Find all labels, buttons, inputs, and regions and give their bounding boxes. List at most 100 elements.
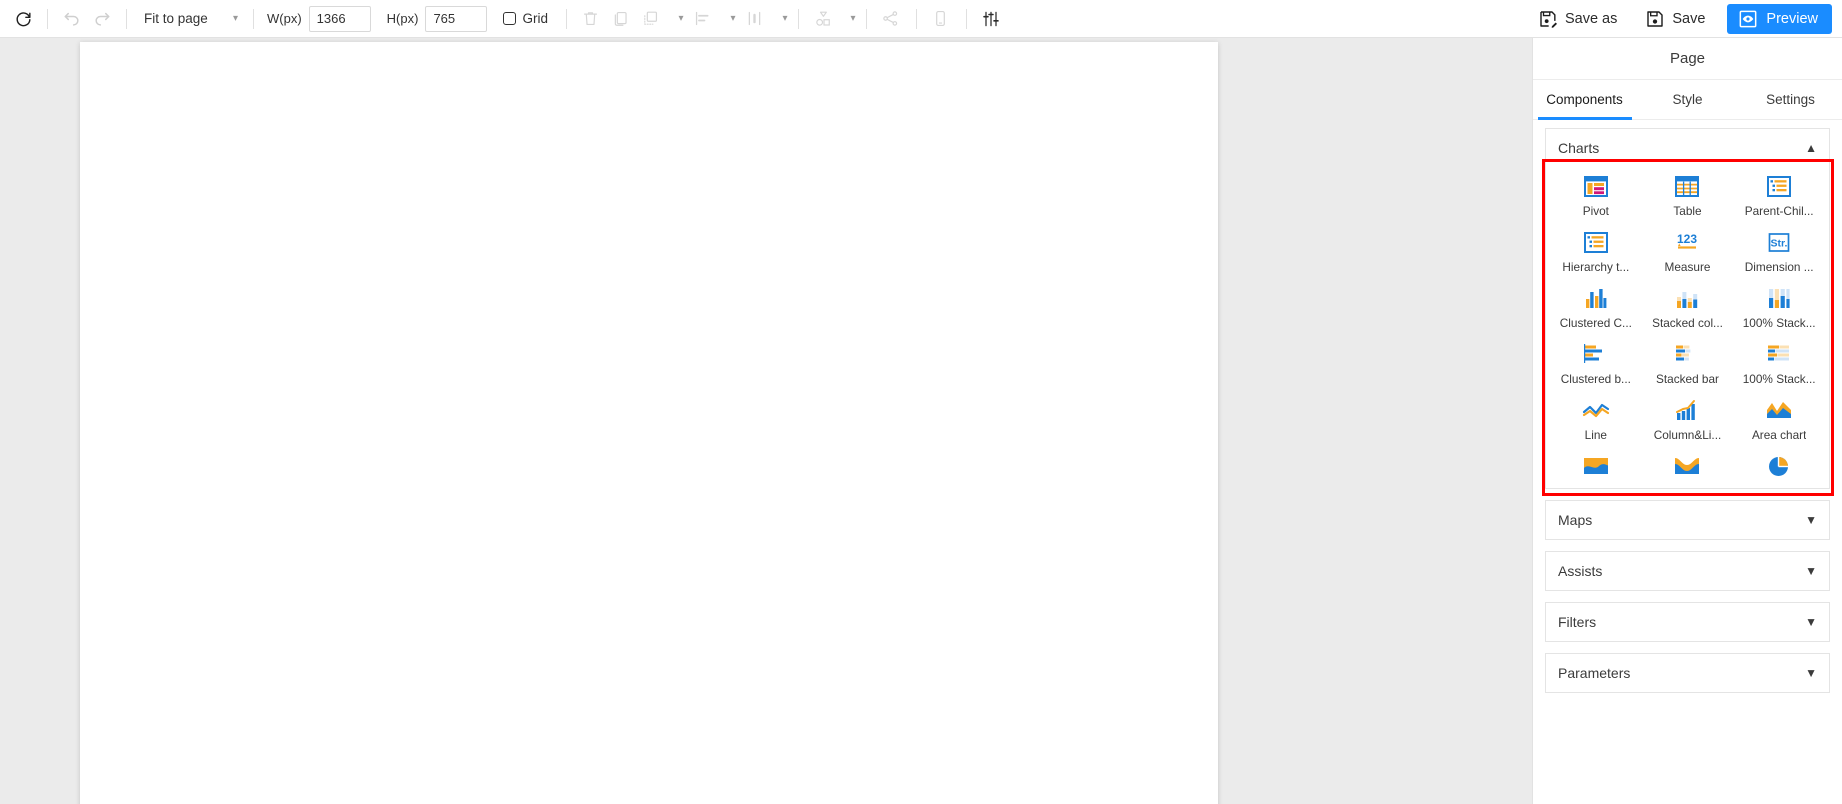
chart-item-clustered-bar[interactable]: Clustered b... bbox=[1550, 335, 1642, 391]
sliders-icon bbox=[983, 11, 999, 26]
column-line-chart-icon bbox=[1674, 397, 1700, 423]
share-icon bbox=[883, 11, 898, 26]
refresh-icon bbox=[16, 12, 31, 27]
section-charts-header[interactable]: Charts ▲ bbox=[1546, 129, 1829, 167]
chart-item-100-stacked-column[interactable]: 100% Stack... bbox=[1733, 279, 1825, 335]
section-maps-header[interactable]: Maps ▼ bbox=[1546, 501, 1829, 539]
chart-item-parent-child[interactable]: Parent-Chil... bbox=[1733, 167, 1825, 223]
share-button[interactable] bbox=[876, 4, 906, 34]
save-as-icon bbox=[1540, 11, 1557, 28]
checkbox-box-icon bbox=[503, 12, 517, 25]
100-stacked-bar-icon bbox=[1766, 341, 1792, 367]
chevron-down-icon: ▼ bbox=[1805, 513, 1817, 527]
layout-button[interactable] bbox=[636, 4, 666, 34]
mobile-view-button[interactable] bbox=[926, 4, 956, 34]
stacked-column-icon bbox=[1674, 285, 1700, 311]
section-filters: Filters ▼ bbox=[1545, 602, 1830, 642]
refresh-button[interactable] bbox=[8, 4, 38, 34]
preview-label: Preview bbox=[1766, 11, 1818, 27]
delete-button[interactable] bbox=[576, 4, 606, 34]
grid-label: Grid bbox=[522, 11, 548, 26]
chart-item-label: Measure bbox=[1664, 260, 1711, 274]
table-icon bbox=[1675, 173, 1700, 199]
pivot-table-icon bbox=[1583, 173, 1608, 199]
distribute-dropdown-toggle[interactable]: ▾ bbox=[770, 6, 788, 32]
preview-button[interactable]: Preview bbox=[1727, 4, 1832, 34]
distribute-button[interactable] bbox=[740, 4, 770, 34]
page-canvas[interactable] bbox=[80, 42, 1218, 804]
settings-button[interactable] bbox=[976, 4, 1006, 34]
chart-item-label: Clustered b... bbox=[1560, 372, 1631, 386]
chevron-down-icon: ▾ bbox=[782, 12, 788, 24]
width-input[interactable] bbox=[308, 5, 371, 32]
panel-tabs: Components Style Settings bbox=[1533, 80, 1842, 120]
group-shapes-button[interactable] bbox=[808, 4, 838, 34]
copy-button[interactable] bbox=[606, 4, 636, 34]
chart-item-stacked-column[interactable]: Stacked col... bbox=[1642, 279, 1734, 335]
align-button[interactable] bbox=[688, 4, 718, 34]
chevron-down-icon: ▾ bbox=[730, 12, 736, 24]
tab-components[interactable]: Components bbox=[1533, 80, 1636, 119]
chevron-down-icon: ▾ bbox=[232, 12, 238, 24]
fit-mode-select[interactable]: Fit to page ▾ bbox=[136, 5, 244, 33]
canvas-workspace[interactable] bbox=[0, 38, 1532, 804]
chevron-down-icon: ▾ bbox=[678, 12, 684, 24]
save-as-button[interactable]: Save as bbox=[1532, 4, 1623, 34]
toolbar-divider bbox=[797, 8, 799, 29]
group-dropdown-toggle[interactable]: ▾ bbox=[838, 6, 856, 32]
chart-item-line[interactable]: Line bbox=[1550, 391, 1642, 447]
chevron-up-icon: ▲ bbox=[1805, 141, 1817, 155]
chart-item-pie[interactable] bbox=[1733, 447, 1825, 484]
section-filters-title: Filters bbox=[1558, 614, 1597, 630]
chart-item-stacked-bar[interactable]: Stacked bar bbox=[1642, 335, 1734, 391]
chart-item-area[interactable]: Area chart bbox=[1733, 391, 1825, 447]
layout-dropdown-toggle[interactable]: ▾ bbox=[666, 6, 684, 32]
stacked-bar-icon bbox=[1674, 341, 1700, 367]
chart-item-column-line[interactable]: Column&Li... bbox=[1642, 391, 1734, 447]
save-button[interactable]: Save bbox=[1639, 4, 1711, 34]
fit-mode-label: Fit to page bbox=[144, 11, 208, 26]
mobile-icon bbox=[936, 10, 946, 27]
chart-item-dimension[interactable]: Str. Dimension ... bbox=[1733, 223, 1825, 279]
layout-icon bbox=[644, 11, 658, 25]
chart-item-100-stacked-bar[interactable]: 100% Stack... bbox=[1733, 335, 1825, 391]
tab-components-label: Components bbox=[1546, 92, 1623, 107]
chart-item-label: Hierarchy t... bbox=[1562, 260, 1630, 274]
panel-title: Page bbox=[1533, 38, 1842, 80]
section-assists-title: Assists bbox=[1558, 563, 1603, 579]
width-group: W(px) bbox=[267, 5, 371, 32]
toolbar-divider bbox=[965, 8, 967, 29]
pie-chart-icon bbox=[1767, 453, 1791, 479]
chart-item-100-stacked-area[interactable] bbox=[1642, 447, 1734, 484]
copy-icon bbox=[615, 11, 628, 26]
chart-item-label: Dimension ... bbox=[1744, 260, 1814, 274]
chart-item-label: Column&Li... bbox=[1653, 428, 1722, 442]
section-assists-header[interactable]: Assists ▼ bbox=[1546, 552, 1829, 590]
chevron-down-icon: ▾ bbox=[850, 12, 856, 24]
redo-button[interactable] bbox=[87, 4, 117, 34]
align-left-icon bbox=[696, 11, 709, 26]
chart-item-measure[interactable]: 123 Measure bbox=[1642, 223, 1734, 279]
undo-button[interactable] bbox=[57, 4, 87, 34]
100-stacked-column-icon bbox=[1766, 285, 1792, 311]
width-label: W(px) bbox=[267, 11, 302, 26]
section-filters-header[interactable]: Filters ▼ bbox=[1546, 603, 1829, 641]
chart-item-pivot[interactable]: Pivot bbox=[1550, 167, 1642, 223]
svg-text:123: 123 bbox=[1677, 232, 1697, 246]
chart-item-table[interactable]: Table bbox=[1642, 167, 1734, 223]
toolbar-divider bbox=[47, 8, 48, 29]
trash-icon bbox=[584, 12, 598, 26]
tab-style[interactable]: Style bbox=[1636, 80, 1739, 119]
chart-item-label: Stacked bar bbox=[1656, 372, 1719, 386]
section-parameters-header[interactable]: Parameters ▼ bbox=[1546, 654, 1829, 692]
height-input[interactable] bbox=[425, 5, 488, 32]
charts-grid: Pivot Table Parent-Chil... Hierarchy t..… bbox=[1546, 167, 1829, 488]
align-dropdown-toggle[interactable]: ▾ bbox=[718, 6, 736, 32]
tab-settings[interactable]: Settings bbox=[1739, 80, 1842, 119]
chart-item-clustered-column[interactable]: Clustered C... bbox=[1550, 279, 1642, 335]
chart-item-hierarchy-table[interactable]: Hierarchy t... bbox=[1550, 223, 1642, 279]
chart-item-stacked-area[interactable] bbox=[1550, 447, 1642, 484]
grid-checkbox[interactable]: Grid bbox=[503, 11, 548, 26]
save-as-label: Save as bbox=[1564, 11, 1618, 27]
chart-item-label: 100% Stack... bbox=[1742, 372, 1816, 386]
